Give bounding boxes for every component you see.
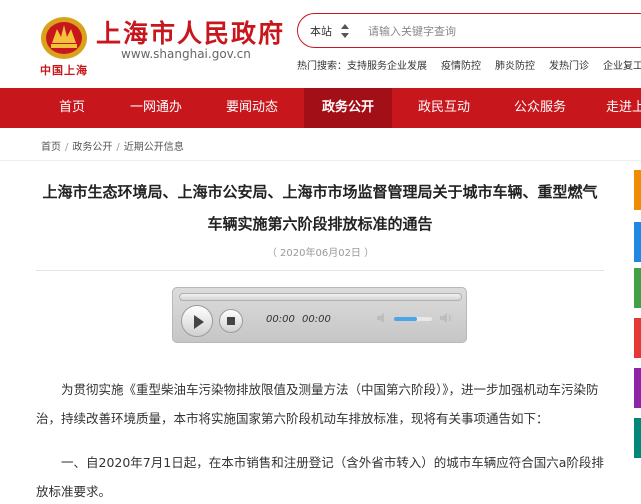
audio-player: 00:00 00:00	[172, 287, 467, 343]
hot-search-link[interactable]: 企业复工	[603, 61, 641, 72]
search-scope-select[interactable]: 本站	[310, 23, 332, 39]
nav-one-net-service[interactable]: 一网通办	[120, 88, 192, 128]
breadcrumb-home[interactable]: 首页	[41, 142, 61, 153]
volume-level	[394, 317, 417, 321]
article-divider	[36, 270, 604, 271]
hot-search-link[interactable]: 肺炎防控	[495, 61, 535, 72]
main-nav: 首页 一网通办 要闻动态 政务公开 政民互动 公众服务 走进上海	[0, 88, 641, 128]
sort-arrows-icon[interactable]	[340, 21, 350, 41]
breadcrumb: 首页 / 政务公开 / 近期公开信息	[41, 138, 184, 153]
nav-public-services[interactable]: 公众服务	[502, 88, 578, 128]
hot-search-link[interactable]: 疫情防控	[441, 61, 481, 72]
site-url: www.shanghai.gov.cn	[121, 47, 251, 61]
breadcrumb-separator: /	[116, 142, 120, 153]
audio-progress-track[interactable]	[179, 293, 462, 301]
nav-home[interactable]: 首页	[44, 88, 100, 128]
site-title[interactable]: 上海市人民政府	[96, 14, 285, 50]
hot-search-bar: 热门搜索：支持服务企业发展 疫情防控 肺炎防控 发热门诊 企业复工	[297, 57, 641, 72]
hot-search-label: 热门搜索：	[297, 61, 347, 72]
duration-time: 00:00	[302, 314, 331, 325]
breadcrumb-recent-info[interactable]: 近期公开信息	[124, 142, 184, 153]
nav-public-interaction[interactable]: 政民互动	[406, 88, 482, 128]
side-tab[interactable]	[634, 368, 641, 408]
article-date: （ 2020年06月02日 ）	[266, 248, 375, 259]
search-input[interactable]	[368, 22, 638, 40]
side-tab[interactable]	[634, 170, 641, 210]
side-tab[interactable]	[634, 318, 641, 358]
stop-icon	[227, 317, 235, 325]
mute-icon[interactable]	[376, 311, 390, 325]
volume-max-icon[interactable]	[439, 311, 453, 325]
nav-visit-shanghai[interactable]: 走进上海	[606, 88, 641, 128]
breadcrumb-separator: /	[65, 142, 69, 153]
breadcrumb-divider	[0, 160, 641, 161]
play-button[interactable]	[181, 305, 213, 337]
side-tab[interactable]	[634, 268, 641, 308]
article-paragraph: 一、自2020年7月1日起，在本市销售和注册登记（含外省市转入）的城市车辆应符合…	[36, 455, 604, 499]
hot-search-link[interactable]: 发热门诊	[549, 61, 589, 72]
side-tab[interactable]	[634, 418, 641, 458]
article-paragraph: 为贯彻实施《重型柴油车污染物排放限值及测量方法（中国第六阶段）》，进一步加强机动…	[36, 382, 599, 426]
nav-news[interactable]: 要闻动态	[214, 88, 290, 128]
logo-subtitle: 中国上海	[40, 64, 88, 77]
shanghai-emblem-icon[interactable]	[39, 13, 89, 61]
stop-button[interactable]	[219, 309, 243, 333]
current-time: 00:00	[266, 314, 295, 325]
side-tab[interactable]	[634, 222, 641, 262]
nav-government-affairs[interactable]: 政务公开	[304, 88, 392, 128]
article-title: 上海市生态环境局、上海市公安局、上海市市场监督管理局关于城市车辆、重型燃气车辆实…	[42, 183, 598, 233]
site-header: 中国上海 上海市人民政府 www.shanghai.gov.cn 本站 热门搜索…	[0, 0, 641, 88]
play-icon	[194, 315, 204, 329]
search-box: 本站	[297, 13, 641, 48]
volume-slider[interactable]	[394, 317, 432, 321]
hot-search-link[interactable]: 支持服务企业发展	[347, 61, 427, 72]
breadcrumb-government-affairs[interactable]: 政务公开	[72, 142, 112, 153]
